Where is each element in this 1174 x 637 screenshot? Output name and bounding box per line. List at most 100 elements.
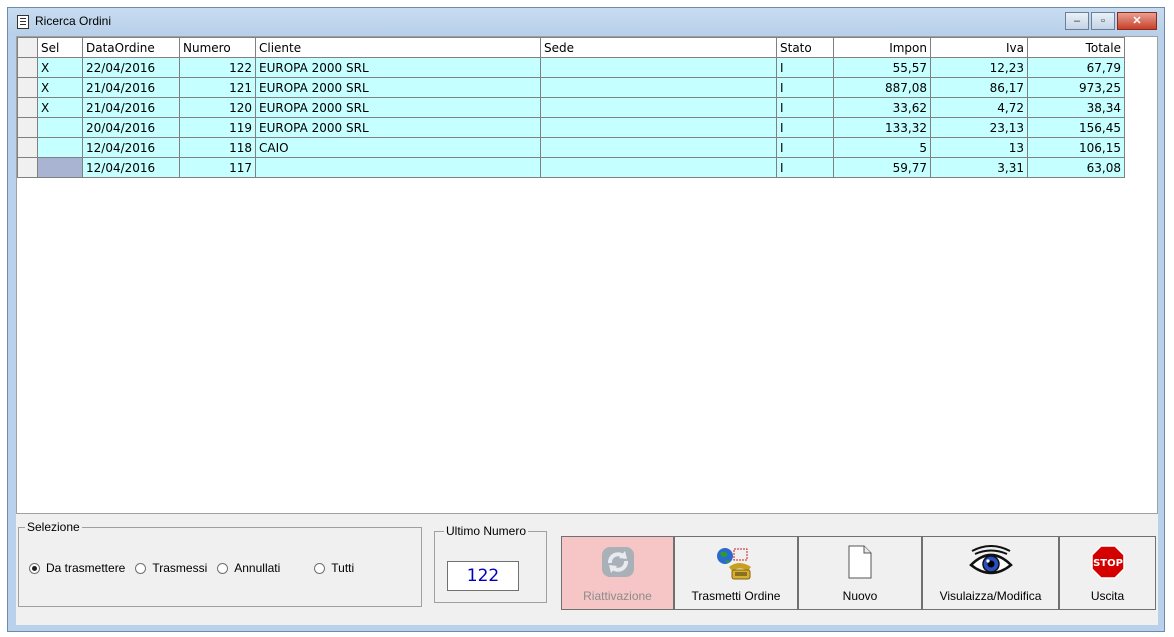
table-row[interactable]: X 21/04/2016 121 EUROPA 2000 SRL I 887,0…	[17, 77, 1125, 98]
iva-cell[interactable]: 12,23	[930, 57, 1028, 78]
row-indicator[interactable]	[17, 77, 38, 98]
numero-cell[interactable]: 121	[179, 77, 256, 98]
maximize-button[interactable]: ▫	[1091, 12, 1115, 30]
header-indicator	[17, 37, 38, 58]
column-header-cliente[interactable]: Cliente	[255, 37, 541, 58]
cliente-cell[interactable]: EUROPA 2000 SRL	[255, 77, 541, 98]
title-bar[interactable]: Ricerca Ordini – ▫ ✕	[8, 8, 1164, 36]
column-header-iva[interactable]: Iva	[930, 37, 1028, 58]
totale-cell[interactable]: 973,25	[1027, 77, 1125, 98]
dataordine-cell[interactable]: 20/04/2016	[82, 117, 180, 138]
radio-dot[interactable]	[135, 562, 147, 574]
table-row[interactable]: X 21/04/2016 120 EUROPA 2000 SRL I 33,62…	[17, 97, 1125, 118]
visualizza-modifica-label: Visulaizza/Modifica	[939, 589, 1042, 603]
dataordine-cell[interactable]: 21/04/2016	[82, 97, 180, 118]
impon-cell[interactable]: 5	[833, 137, 931, 158]
ultimo-numero-value: 122	[447, 561, 519, 591]
sel-cell[interactable]	[37, 117, 83, 138]
numero-cell[interactable]: 117	[179, 157, 256, 178]
dataordine-cell[interactable]: 12/04/2016	[82, 157, 180, 178]
refresh-icon	[599, 545, 637, 582]
radio-dot[interactable]	[217, 562, 229, 574]
totale-cell[interactable]: 67,79	[1027, 57, 1125, 78]
radio-label: Da trasmettere	[46, 561, 126, 575]
row-indicator[interactable]	[17, 97, 38, 118]
cliente-cell[interactable]: EUROPA 2000 SRL	[255, 117, 541, 138]
numero-cell[interactable]: 119	[179, 117, 256, 138]
dataordine-cell[interactable]: 21/04/2016	[82, 77, 180, 98]
sel-cell[interactable]	[37, 137, 83, 158]
radio-annullati[interactable]: Annullati	[217, 561, 280, 575]
totale-cell[interactable]: 106,15	[1027, 137, 1125, 158]
cliente-cell[interactable]: EUROPA 2000 SRL	[255, 97, 541, 118]
sede-cell[interactable]	[540, 157, 777, 178]
minimize-button[interactable]: –	[1065, 12, 1089, 30]
impon-cell[interactable]: 55,57	[833, 57, 931, 78]
stato-cell[interactable]: I	[776, 157, 834, 178]
sede-cell[interactable]	[540, 57, 777, 78]
impon-cell[interactable]: 887,08	[833, 77, 931, 98]
riattivazione-button[interactable]: Riattivazione	[561, 536, 674, 610]
stato-cell[interactable]: I	[776, 117, 834, 138]
column-header-impon[interactable]: Impon	[833, 37, 931, 58]
stato-cell[interactable]: I	[776, 97, 834, 118]
cliente-cell[interactable]	[255, 157, 541, 178]
cliente-cell[interactable]: CAIO	[255, 137, 541, 158]
radio-tutti[interactable]: Tutti	[314, 561, 354, 575]
trasmetti-ordine-button[interactable]: Trasmetti Ordine	[674, 536, 798, 610]
cliente-cell[interactable]: EUROPA 2000 SRL	[255, 57, 541, 78]
sel-cell[interactable]: X	[37, 77, 83, 98]
table-row[interactable]: 20/04/2016 119 EUROPA 2000 SRL I 133,32 …	[17, 117, 1125, 138]
numero-cell[interactable]: 122	[179, 57, 256, 78]
table-row[interactable]: X 22/04/2016 122 EUROPA 2000 SRL I 55,57…	[17, 57, 1125, 78]
impon-cell[interactable]: 33,62	[833, 97, 931, 118]
sede-cell[interactable]	[540, 117, 777, 138]
iva-cell[interactable]: 86,17	[930, 77, 1028, 98]
sede-cell[interactable]	[540, 137, 777, 158]
numero-cell[interactable]: 118	[179, 137, 256, 158]
sel-cell[interactable]: X	[37, 57, 83, 78]
totale-cell[interactable]: 38,34	[1027, 97, 1125, 118]
iva-cell[interactable]: 23,13	[930, 117, 1028, 138]
sede-cell[interactable]	[540, 77, 777, 98]
sel-cell[interactable]	[37, 157, 83, 178]
row-indicator[interactable]	[17, 117, 38, 138]
numero-cell[interactable]: 120	[179, 97, 256, 118]
radio-trasmessi[interactable]: Trasmessi	[135, 561, 207, 575]
radio-dot[interactable]	[314, 562, 326, 574]
column-header-stato[interactable]: Stato	[776, 37, 834, 58]
uscita-button[interactable]: STOP Uscita	[1059, 536, 1156, 610]
totale-cell[interactable]: 63,08	[1027, 157, 1125, 178]
stop-sign-text: STOP	[1093, 558, 1123, 569]
radio-da-trasmettere[interactable]: Da trasmettere	[29, 561, 125, 575]
impon-cell[interactable]: 59,77	[833, 157, 931, 178]
column-header-totale[interactable]: Totale	[1027, 37, 1125, 58]
orders-grid[interactable]: Sel DataOrdine Numero Cliente Sede Stato…	[16, 36, 1158, 514]
dataordine-cell[interactable]: 22/04/2016	[82, 57, 180, 78]
row-indicator[interactable]	[17, 57, 38, 78]
totale-cell[interactable]: 156,45	[1027, 117, 1125, 138]
radio-dot-checked[interactable]	[29, 562, 40, 574]
visualizza-modifica-button[interactable]: Visulaizza/Modifica	[922, 536, 1059, 610]
stato-cell[interactable]: I	[776, 77, 834, 98]
sede-cell[interactable]	[540, 97, 777, 118]
close-button[interactable]: ✕	[1117, 12, 1157, 30]
stato-cell[interactable]: I	[776, 57, 834, 78]
column-header-dataordine[interactable]: DataOrdine	[82, 37, 180, 58]
row-indicator[interactable]	[17, 137, 38, 158]
dataordine-cell[interactable]: 12/04/2016	[82, 137, 180, 158]
row-indicator[interactable]	[17, 157, 38, 178]
iva-cell[interactable]: 4,72	[930, 97, 1028, 118]
iva-cell[interactable]: 3,31	[930, 157, 1028, 178]
impon-cell[interactable]: 133,32	[833, 117, 931, 138]
nuovo-button[interactable]: Nuovo	[798, 536, 922, 610]
column-header-sede[interactable]: Sede	[540, 37, 777, 58]
window-title: Ricerca Ordini	[35, 14, 112, 28]
table-row[interactable]: 12/04/2016 118 CAIO I 5 13 106,15	[17, 137, 1125, 158]
column-header-sel[interactable]: Sel	[37, 37, 83, 58]
iva-cell[interactable]: 13	[930, 137, 1028, 158]
column-header-numero[interactable]: Numero	[179, 37, 256, 58]
sel-cell[interactable]: X	[37, 97, 83, 118]
stato-cell[interactable]: I	[776, 137, 834, 158]
table-row[interactable]: 12/04/2016 117 I 59,77 3,31 63,08	[17, 157, 1125, 178]
